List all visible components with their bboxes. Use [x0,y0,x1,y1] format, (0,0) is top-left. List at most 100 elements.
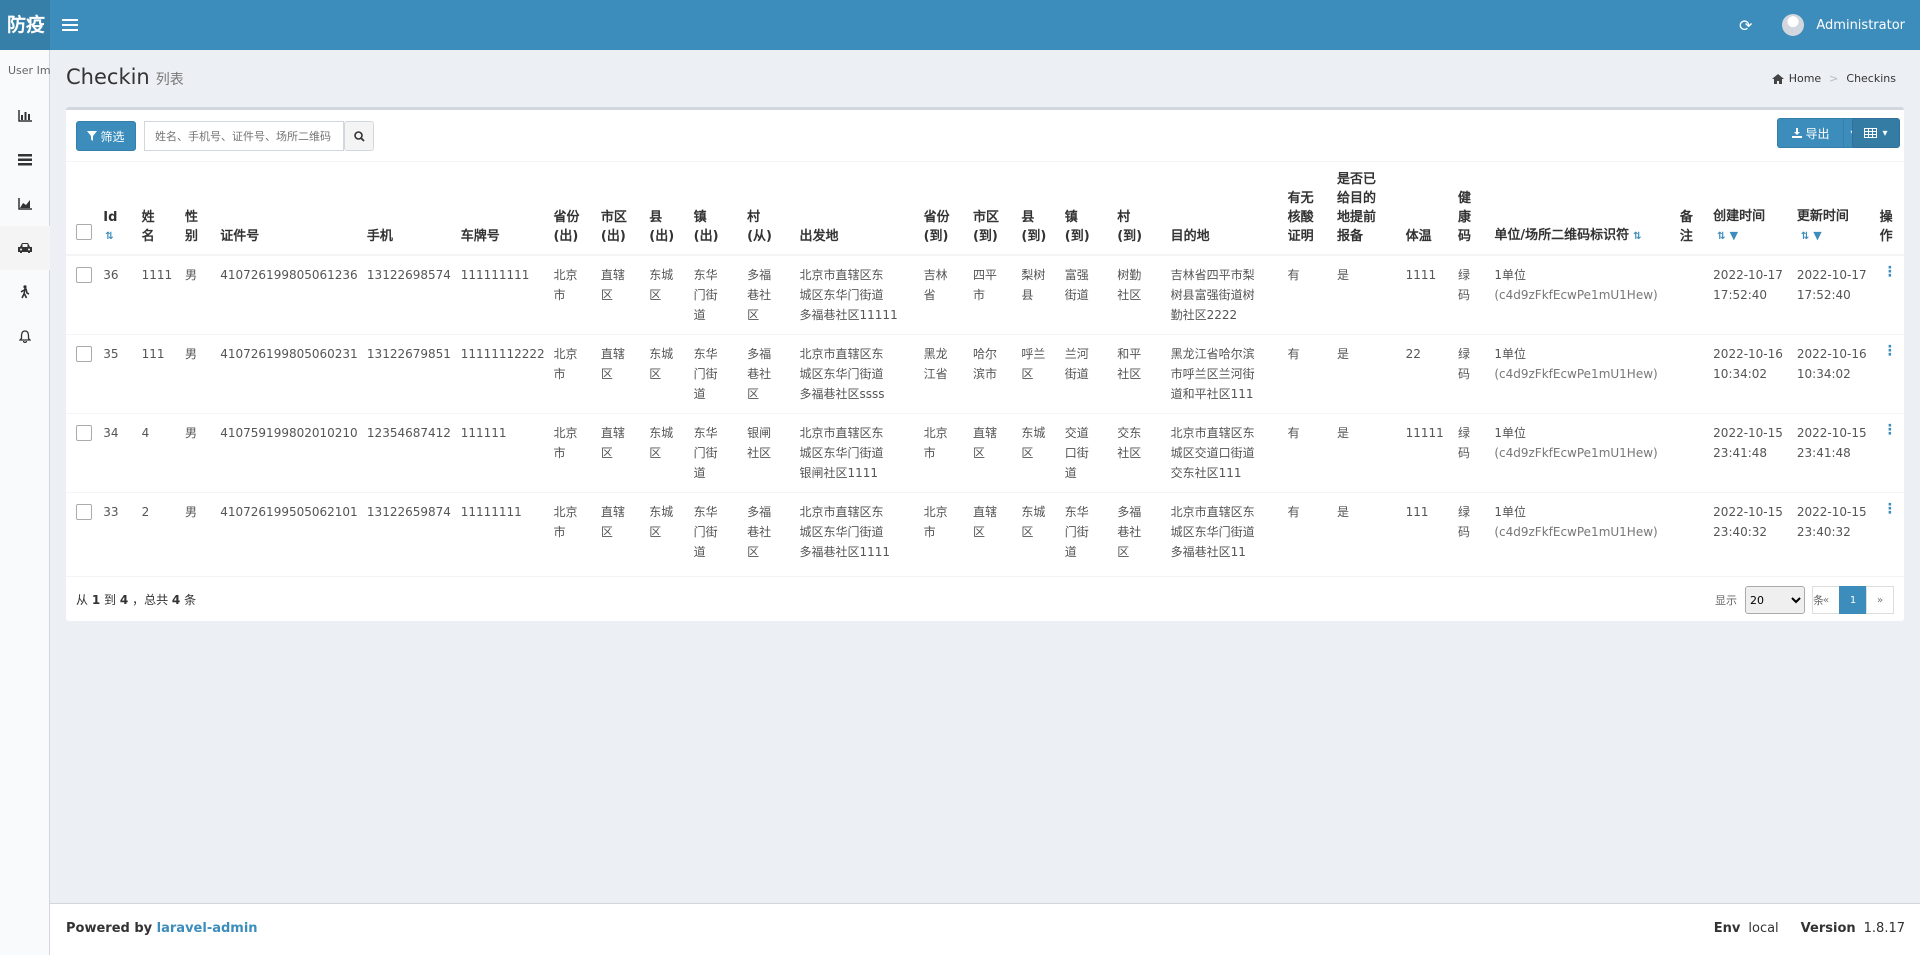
cell-reported: 是 [1333,334,1402,414]
more-icon[interactable]: ⋮ [1880,423,1900,437]
user-image: User Image [8,64,50,77]
page-1-button[interactable]: 1 [1839,586,1867,614]
row-checkbox[interactable] [76,504,92,520]
cell-remark [1675,492,1710,571]
table-row[interactable]: 36 1111 男 410726199805061236 13122698574 1111… [66,254,1904,335]
cell-town-to: 东华 门街道 [1060,492,1114,571]
cell-updated: 2022-10-15 23:40:32 [1792,492,1876,571]
cell-remark [1675,413,1710,493]
col-updated: 更新时间 ⇅ ▼ [1792,162,1876,256]
cell-created: 2022-10-15 23:41:48 [1709,413,1793,493]
column-selector-button[interactable]: ▾ [1852,118,1900,148]
col-origin: 出发地 [795,162,920,256]
export-button[interactable]: 导出 [1777,118,1845,148]
table-row[interactable]: 35 111 男 410726199805060231 13122679851 11111… [66,334,1904,414]
col-nucleic: 有无 核酸 证明 [1283,162,1334,256]
list-icon [18,154,32,166]
powered-by: Powered by laravel-admin [66,921,258,936]
cell-city-from: 直辖区 [596,334,646,414]
column-filter-icon[interactable]: ▼ [1813,229,1821,242]
cell-remark [1675,254,1710,335]
search-button[interactable] [344,121,374,151]
more-icon[interactable]: ⋮ [1880,265,1900,279]
avatar[interactable] [1782,14,1805,36]
next-page-button[interactable]: » [1866,586,1894,614]
sidebar-item-list[interactable] [0,138,50,182]
prev-page-button[interactable]: « [1812,586,1840,614]
page-footer: Powered by laravel-admin Env local Versio… [50,903,1920,955]
search-input[interactable] [144,121,344,151]
cell-created: 2022-10-15 23:40:32 [1709,492,1793,571]
sidebar-item-people[interactable] [0,270,50,314]
col-prov-from: 省份 (出) [549,162,597,256]
filter-button[interactable]: 筛选 [76,121,136,151]
top-navbar: 防疫 ⟳ Administrator [0,0,1920,50]
cell-prov-from: 北京市 [549,334,597,414]
cell-county-from: 东城区 [645,254,690,335]
more-icon[interactable]: ⋮ [1880,344,1900,358]
cell-town-to: 兰河 街道 [1060,334,1114,414]
cell-idcard: 410759199802010210 [216,413,363,493]
sort-icon[interactable]: ⇅ [1717,231,1725,242]
per-page-control: 显示 20 条 [1715,586,1824,614]
row-checkbox[interactable] [76,346,92,362]
sidebar-item-stats[interactable] [0,182,50,226]
cell-county-to: 梨树县 [1017,254,1061,335]
cell-unit: 1单位 (c4d9zFkfEcwPe1mU1Hew) [1490,413,1676,493]
row-checkbox[interactable] [76,425,92,441]
walking-icon [20,285,30,299]
version-info: Env local Version 1.8.17 [1713,921,1905,936]
cell-town-from: 东华 门街道 [689,334,744,414]
admin-name[interactable]: Administrator [1816,18,1905,33]
col-plate: 车牌号 [456,162,550,256]
cell-updated: 2022-10-15 23:41:48 [1792,413,1876,493]
cell-phone: 13122698574 [362,254,457,335]
cell-gender: 男 [180,254,217,335]
download-icon [1792,128,1803,138]
cell-village-from: 多福 巷社区 [743,254,796,335]
menu-icon[interactable] [62,16,78,34]
column-filter-icon[interactable]: ▼ [1730,229,1738,242]
more-icon[interactable]: ⋮ [1880,502,1900,516]
per-page-select[interactable]: 20 [1745,586,1805,614]
table-row[interactable]: 34 4 男 410759199802010210 12354687412 111111 北… [66,413,1904,493]
cell-city-from: 直辖区 [596,254,646,335]
cell-plate: 111111 [456,413,550,493]
cell-prov-to: 吉林省 [919,254,969,335]
col-city-from: 市区 (出) [596,162,646,256]
cell-gender: 男 [180,413,217,493]
cell-destination: 北京市直辖区东 城区交道口街道 交东社区111 [1166,413,1284,493]
cell-prov-to: 北京市 [919,413,969,493]
col-reported: 是否已 给目的 地提前 报备 [1333,162,1402,256]
breadcrumb-home[interactable]: Home [1789,72,1821,85]
col-id: Id ⇅ [99,162,138,256]
app-logo[interactable]: 防疫 [0,0,50,50]
cell-nucleic: 有 [1283,334,1334,414]
cell-health: 绿码 [1454,492,1491,571]
sort-icon[interactable]: ⇅ [1801,231,1809,242]
sort-icon[interactable]: ⇅ [105,227,133,246]
col-town-from: 镇 (出) [689,162,744,256]
cell-town-to: 富强 街道 [1060,254,1114,335]
refresh-icon[interactable]: ⟳ [1739,16,1752,35]
cell-gender: 男 [180,334,217,414]
col-created: 创建时间 ⇅ ▼ [1709,162,1793,256]
table-row[interactable]: 33 2 男 410726199505062101 13122659874 1111111… [66,492,1904,571]
cell-origin: 北京市直辖区东 城区东华门街道 多福巷社区11111 [795,254,920,335]
col-unit: 单位/场所二维码标识符 ⇅ [1490,162,1676,256]
sidebar-item-checkins[interactable] [0,226,50,270]
row-checkbox[interactable] [76,267,92,283]
sidebar-item-dashboard[interactable] [0,94,50,138]
cell-idcard: 410726199805061236 [216,254,363,335]
sidebar-item-notifications[interactable] [0,314,50,358]
pagination-summary: 从 1 到 4 ，总共 4 条 [76,593,197,607]
select-all-checkbox[interactable] [76,224,92,240]
cell-city-to: 四平市 [968,254,1018,335]
grid-toolbar: 筛选 导出 ▾ ▾ [66,110,1904,162]
laravel-admin-link[interactable]: laravel-admin [157,921,258,936]
cell-plate: 11111112222 [456,334,550,414]
cell-village-to: 交东 社区 [1113,413,1167,493]
cell-created: 2022-10-17 17:52:40 [1709,254,1793,335]
sort-icon[interactable]: ⇅ [1633,231,1641,242]
bar-chart-icon [18,110,32,122]
